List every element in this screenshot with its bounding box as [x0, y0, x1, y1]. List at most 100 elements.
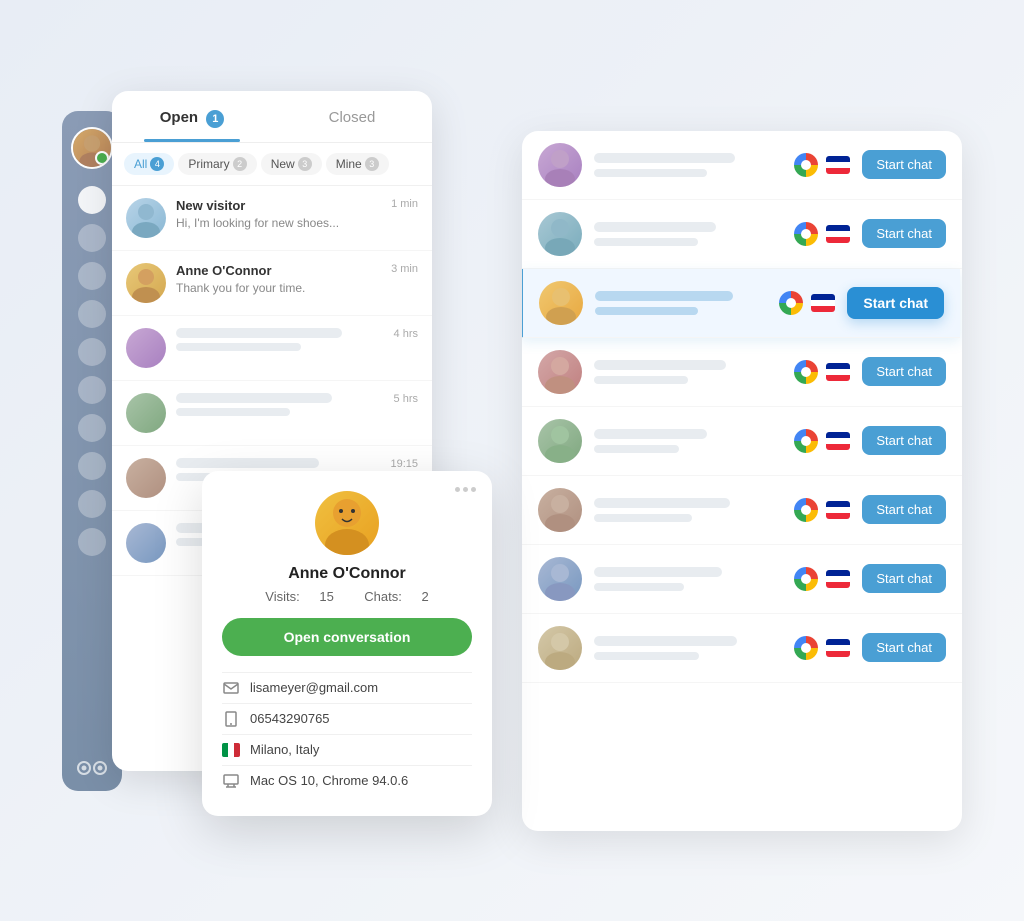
- flag-icon: [826, 639, 850, 657]
- visitor-info: [594, 498, 782, 522]
- flag-icon: [826, 225, 850, 243]
- visitor-card-stats: Visits: 15 Chats: 2: [222, 589, 472, 604]
- start-chat-button[interactable]: Start chat: [862, 219, 946, 248]
- visitor-row-icons: [794, 636, 850, 660]
- flag-icon: [811, 294, 835, 312]
- start-chat-button[interactable]: Start chat: [862, 564, 946, 593]
- chat-item-message: Hi, I'm looking for new shoes...: [176, 216, 381, 230]
- visitor-card: Anne O'Connor Visits: 15 Chats: 2 Open c…: [202, 471, 492, 816]
- flag-icon: [826, 570, 850, 588]
- eyes-icon: [76, 761, 108, 775]
- open-conversation-button[interactable]: Open conversation: [222, 618, 472, 656]
- sidebar-nav-item-8[interactable]: [78, 452, 106, 480]
- chat-item-content: [176, 328, 384, 351]
- start-chat-button-highlighted[interactable]: Start chat: [847, 287, 944, 319]
- visitor-info: [594, 429, 782, 453]
- visitor-row[interactable]: Start chat: [522, 200, 962, 269]
- sidebar-nav-item-6[interactable]: [78, 376, 106, 404]
- visitor-row-highlighted[interactable]: Start chat: [522, 269, 960, 338]
- phone-icon: [222, 710, 240, 728]
- visitor-row[interactable]: Start chat: [522, 338, 962, 407]
- sidebar-nav-item-9[interactable]: [78, 490, 106, 518]
- chat-item-content: [176, 393, 384, 416]
- sidebar-nav-item-3[interactable]: [78, 262, 106, 290]
- avatar: [126, 328, 166, 368]
- visitor-card-name: Anne O'Connor: [222, 565, 472, 583]
- more-options[interactable]: [455, 487, 476, 492]
- chat-item[interactable]: Anne O'Connor Thank you for your time. 3…: [112, 251, 432, 316]
- flag-icon: [826, 156, 850, 174]
- visitor-info: [594, 153, 782, 177]
- chrome-icon: [794, 360, 818, 384]
- visitor-avatar: [538, 488, 582, 532]
- visitor-info-phone: 06543290765: [222, 703, 472, 734]
- sidebar-nav-item-10[interactable]: [78, 528, 106, 556]
- filter-primary[interactable]: Primary 2: [178, 153, 256, 175]
- chrome-icon: [794, 498, 818, 522]
- visitor-avatar: [538, 212, 582, 256]
- tab-closed[interactable]: Closed: [272, 91, 432, 142]
- chat-item-time: 19:15: [390, 458, 418, 470]
- filter-all[interactable]: All 4: [124, 153, 174, 175]
- chat-item[interactable]: New visitor Hi, I'm looking for new shoe…: [112, 186, 432, 251]
- chrome-icon: [794, 567, 818, 591]
- start-chat-button[interactable]: Start chat: [862, 357, 946, 386]
- visitor-info: [594, 360, 782, 384]
- visitor-avatar: [538, 143, 582, 187]
- chat-item-name: New visitor: [176, 198, 381, 213]
- start-chat-button[interactable]: Start chat: [862, 633, 946, 662]
- avatar: [126, 263, 166, 303]
- chat-item-content: New visitor Hi, I'm looking for new shoe…: [176, 198, 381, 230]
- visitor-row-icons: [794, 567, 850, 591]
- avatar: [126, 393, 166, 433]
- visitor-avatar: [538, 626, 582, 670]
- sidebar-nav-item-1[interactable]: [78, 186, 106, 214]
- avatar: [126, 523, 166, 563]
- visitor-avatar: [538, 557, 582, 601]
- sidebar-nav-item-5[interactable]: [78, 338, 106, 366]
- visitors-panel: Start chat Start chat: [522, 131, 962, 831]
- chat-tabs: Open 1 Closed: [112, 91, 432, 143]
- chat-item-name: Anne O'Connor: [176, 263, 381, 278]
- filter-new[interactable]: New 3: [261, 153, 322, 175]
- tab-open[interactable]: Open 1: [112, 91, 272, 142]
- avatar: [126, 198, 166, 238]
- visitor-avatar: [538, 350, 582, 394]
- user-avatar[interactable]: [71, 127, 113, 169]
- email-icon: [222, 679, 240, 697]
- sidebar-nav-item-4[interactable]: [78, 300, 106, 328]
- chrome-icon: [794, 636, 818, 660]
- start-chat-button[interactable]: Start chat: [862, 150, 946, 179]
- sidebar-nav-item-2[interactable]: [78, 224, 106, 252]
- start-chat-button[interactable]: Start chat: [862, 495, 946, 524]
- chat-item[interactable]: 4 hrs: [112, 316, 432, 381]
- visitor-row-icons: [794, 222, 850, 246]
- chat-item-content: Anne O'Connor Thank you for your time.: [176, 263, 381, 295]
- chat-item-time: 3 min: [391, 263, 418, 275]
- visitor-row[interactable]: Start chat: [522, 545, 962, 614]
- chrome-icon: [779, 291, 803, 315]
- visitor-row-icons: [794, 360, 850, 384]
- chat-item[interactable]: 5 hrs: [112, 381, 432, 446]
- flag-icon: [826, 432, 850, 450]
- visitor-row[interactable]: Start chat: [522, 476, 962, 545]
- visitor-info: [595, 291, 767, 315]
- start-chat-button[interactable]: Start chat: [862, 426, 946, 455]
- visitor-info-location: Milano, Italy: [222, 734, 472, 765]
- visitor-info: [594, 222, 782, 246]
- visitor-row[interactable]: Start chat: [522, 614, 962, 683]
- visitor-info-email: lisameyer@gmail.com: [222, 672, 472, 703]
- visitor-row[interactable]: Start chat: [522, 407, 962, 476]
- visitor-row-icons: [794, 429, 850, 453]
- chrome-icon: [794, 222, 818, 246]
- sidebar-nav-item-7[interactable]: [78, 414, 106, 442]
- visitor-avatar: [538, 419, 582, 463]
- visitor-row-icons: [779, 291, 835, 315]
- main-container: Open 1 Closed All 4 Primary 2 New 3 Mine: [62, 71, 962, 851]
- visitor-info: [594, 567, 782, 591]
- filter-mine[interactable]: Mine 3: [326, 153, 389, 175]
- visitor-card-avatar: [315, 491, 379, 555]
- chat-item-time: 5 hrs: [394, 393, 418, 405]
- open-badge: 1: [206, 110, 224, 128]
- visitor-row[interactable]: Start chat: [522, 131, 962, 200]
